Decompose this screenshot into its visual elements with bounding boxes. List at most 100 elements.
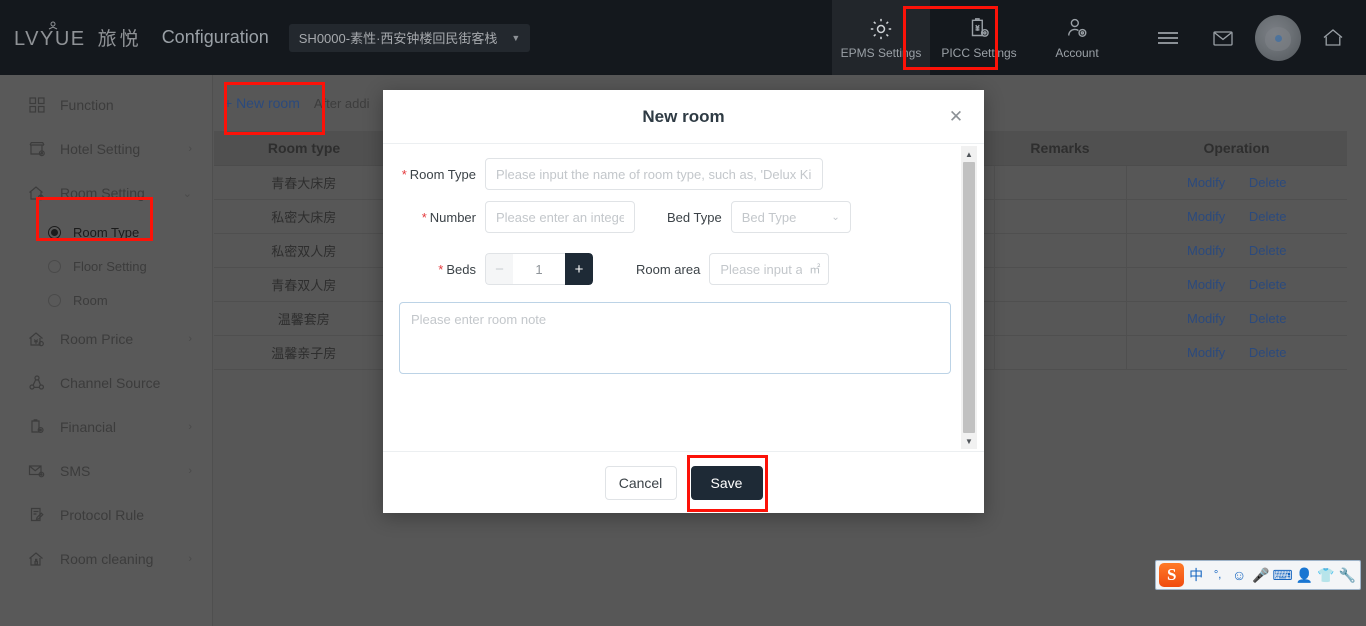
beds-increment-button[interactable]: + xyxy=(565,253,593,285)
close-icon[interactable]: ✕ xyxy=(946,108,966,128)
sidebar-item-room-price[interactable]: Room Price › xyxy=(0,317,212,361)
cell-operation: Modify Delete xyxy=(1126,199,1347,234)
sidebar-item-label: Financial xyxy=(60,419,117,435)
sidebar: Function Hotel Setting › Room Setting ⌄ … xyxy=(0,75,213,626)
ime-microphone-icon[interactable]: 🎤 xyxy=(1251,563,1271,587)
modify-link[interactable]: Modify xyxy=(1187,277,1225,292)
ime-tools-icon[interactable]: 🔧 xyxy=(1337,563,1357,587)
form-row-room-type: * Room Type xyxy=(383,158,984,190)
sidebar-subitem-label: Floor Setting xyxy=(73,258,147,274)
column-operation: Operation xyxy=(1126,131,1347,166)
bed-type-select[interactable]: Bed Type ⌄ xyxy=(730,201,851,233)
delete-link[interactable]: Delete xyxy=(1249,277,1287,292)
ime-punctuation-icon[interactable]: °, xyxy=(1208,563,1228,587)
sogou-logo-icon[interactable]: S xyxy=(1159,563,1185,587)
brand-logo[interactable]: LVYUE 旅悦 xyxy=(0,0,142,75)
sidebar-item-label: SMS xyxy=(60,463,91,479)
beds-decrement-button[interactable]: − xyxy=(485,253,513,285)
cell-operation: Modify Delete xyxy=(1126,335,1347,370)
column-room-type: Room type xyxy=(214,131,394,166)
topbar-icon-group xyxy=(1126,0,1366,75)
scroll-down-arrow[interactable]: ▼ xyxy=(961,433,977,449)
home-icon[interactable] xyxy=(1305,0,1360,75)
logo-latin-text: LVYUE 旅悦 xyxy=(14,21,142,51)
house-gear-icon xyxy=(26,185,48,201)
modify-link[interactable]: Modify xyxy=(1187,345,1225,360)
room-area-label: Room area xyxy=(636,261,701,277)
shop-gear-icon xyxy=(26,141,48,157)
sidebar-item-function[interactable]: Function xyxy=(0,83,212,127)
delete-link[interactable]: Delete xyxy=(1249,311,1287,326)
modify-link[interactable]: Modify xyxy=(1187,175,1225,190)
hotel-selector[interactable]: SH0000-素性·西安钟楼回民街客栈 ▼ xyxy=(288,23,531,52)
picc-settings-label: PICC Settings xyxy=(941,45,1017,60)
sidebar-item-room[interactable]: Room xyxy=(0,283,212,317)
delete-link[interactable]: Delete xyxy=(1249,243,1287,258)
menu-icon[interactable] xyxy=(1140,0,1195,75)
gear-icon xyxy=(868,16,894,42)
cell-operation: Modify Delete xyxy=(1126,165,1347,200)
user-gear-icon xyxy=(1064,16,1090,42)
room-note-textarea[interactable] xyxy=(399,302,951,374)
sidebar-item-room-cleaning[interactable]: Room cleaning › xyxy=(0,537,212,581)
sidebar-item-protocol-rule[interactable]: Protocol Rule xyxy=(0,493,212,537)
ime-user-icon[interactable]: 👤 xyxy=(1294,563,1314,587)
ime-toolbar: S 中 °, ☺ 🎤 ⌨ 👤 👕 🔧 xyxy=(1155,560,1361,590)
ime-skin-icon[interactable]: 👕 xyxy=(1316,563,1336,587)
new-room-button[interactable]: + New room xyxy=(224,95,300,111)
top-bar: LVYUE 旅悦 Configuration SH0000-素性·西安钟楼回民街… xyxy=(0,0,1366,75)
scrollbar-thumb[interactable] xyxy=(963,162,975,433)
required-star: * xyxy=(401,166,407,182)
mail-icon[interactable] xyxy=(1195,0,1250,75)
modify-link[interactable]: Modify xyxy=(1187,311,1225,326)
clipboard-yen-icon xyxy=(966,16,992,42)
required-star: * xyxy=(421,209,427,225)
ime-language-icon[interactable]: 中 xyxy=(1186,563,1206,587)
sidebar-item-room-type[interactable]: Room Type xyxy=(0,215,212,249)
sidebar-item-channel-source[interactable]: Channel Source xyxy=(0,361,212,405)
scroll-up-arrow[interactable]: ▲ xyxy=(961,146,977,162)
avatar[interactable] xyxy=(1250,0,1305,75)
picc-settings-button[interactable]: PICC Settings xyxy=(930,0,1028,75)
delete-link[interactable]: Delete xyxy=(1249,175,1287,190)
sidebar-item-sms[interactable]: SMS › xyxy=(0,449,212,493)
sidebar-item-label: Room cleaning xyxy=(60,551,154,567)
room-type-input[interactable] xyxy=(485,158,823,190)
house-clean-icon xyxy=(26,551,48,567)
sidebar-item-label: Protocol Rule xyxy=(60,507,145,523)
bed-type-label: Bed Type xyxy=(667,209,722,225)
radio-icon xyxy=(48,293,61,307)
modify-link[interactable]: Modify xyxy=(1187,243,1225,258)
ime-keyboard-icon[interactable]: ⌨ xyxy=(1272,563,1292,587)
bed-type-value: Bed Type xyxy=(741,209,797,225)
cell-room-type: 温馨亲子房 xyxy=(214,335,395,370)
beds-value[interactable]: 1 xyxy=(513,253,565,285)
dialog-scrollbar[interactable]: ▲ ▼ xyxy=(961,146,977,449)
sidebar-item-room-setting[interactable]: Room Setting ⌄ xyxy=(0,171,212,215)
logo-person-icon xyxy=(46,19,60,42)
app-root: LVYUE 旅悦 Configuration SH0000-素性·西安钟楼回民街… xyxy=(0,0,1366,626)
account-button[interactable]: Account xyxy=(1028,0,1126,75)
cell-remarks xyxy=(994,267,1127,302)
radio-icon xyxy=(48,259,61,273)
sidebar-item-hotel-setting[interactable]: Hotel Setting › xyxy=(0,127,212,171)
delete-link[interactable]: Delete xyxy=(1249,209,1287,224)
ime-emoji-icon[interactable]: ☺ xyxy=(1229,563,1249,587)
sidebar-item-financial[interactable]: Financial › xyxy=(0,405,212,449)
radio-icon xyxy=(48,225,61,239)
sidebar-item-floor-setting[interactable]: Floor Setting xyxy=(0,249,212,283)
epms-settings-button[interactable]: EPMS Settings xyxy=(832,0,930,75)
cell-operation: Modify Delete xyxy=(1126,301,1347,336)
beds-stepper: − 1 + xyxy=(485,253,593,285)
form-row-beds-area: *Beds − 1 + Room area ㎡ xyxy=(383,253,984,285)
cell-room-type: 青春大床房 xyxy=(214,165,395,200)
dialog-footer: Cancel Save xyxy=(383,451,984,513)
cell-room-type: 私密大床房 xyxy=(214,199,395,234)
delete-link[interactable]: Delete xyxy=(1249,345,1287,360)
chevron-down-icon: ⌄ xyxy=(831,211,840,223)
number-input[interactable] xyxy=(485,201,635,233)
modify-link[interactable]: Modify xyxy=(1187,209,1225,224)
save-button[interactable]: Save xyxy=(690,465,763,500)
cancel-button[interactable]: Cancel xyxy=(604,465,677,500)
new-room-dialog: New room ✕ *Room Type *Number xyxy=(383,90,984,513)
